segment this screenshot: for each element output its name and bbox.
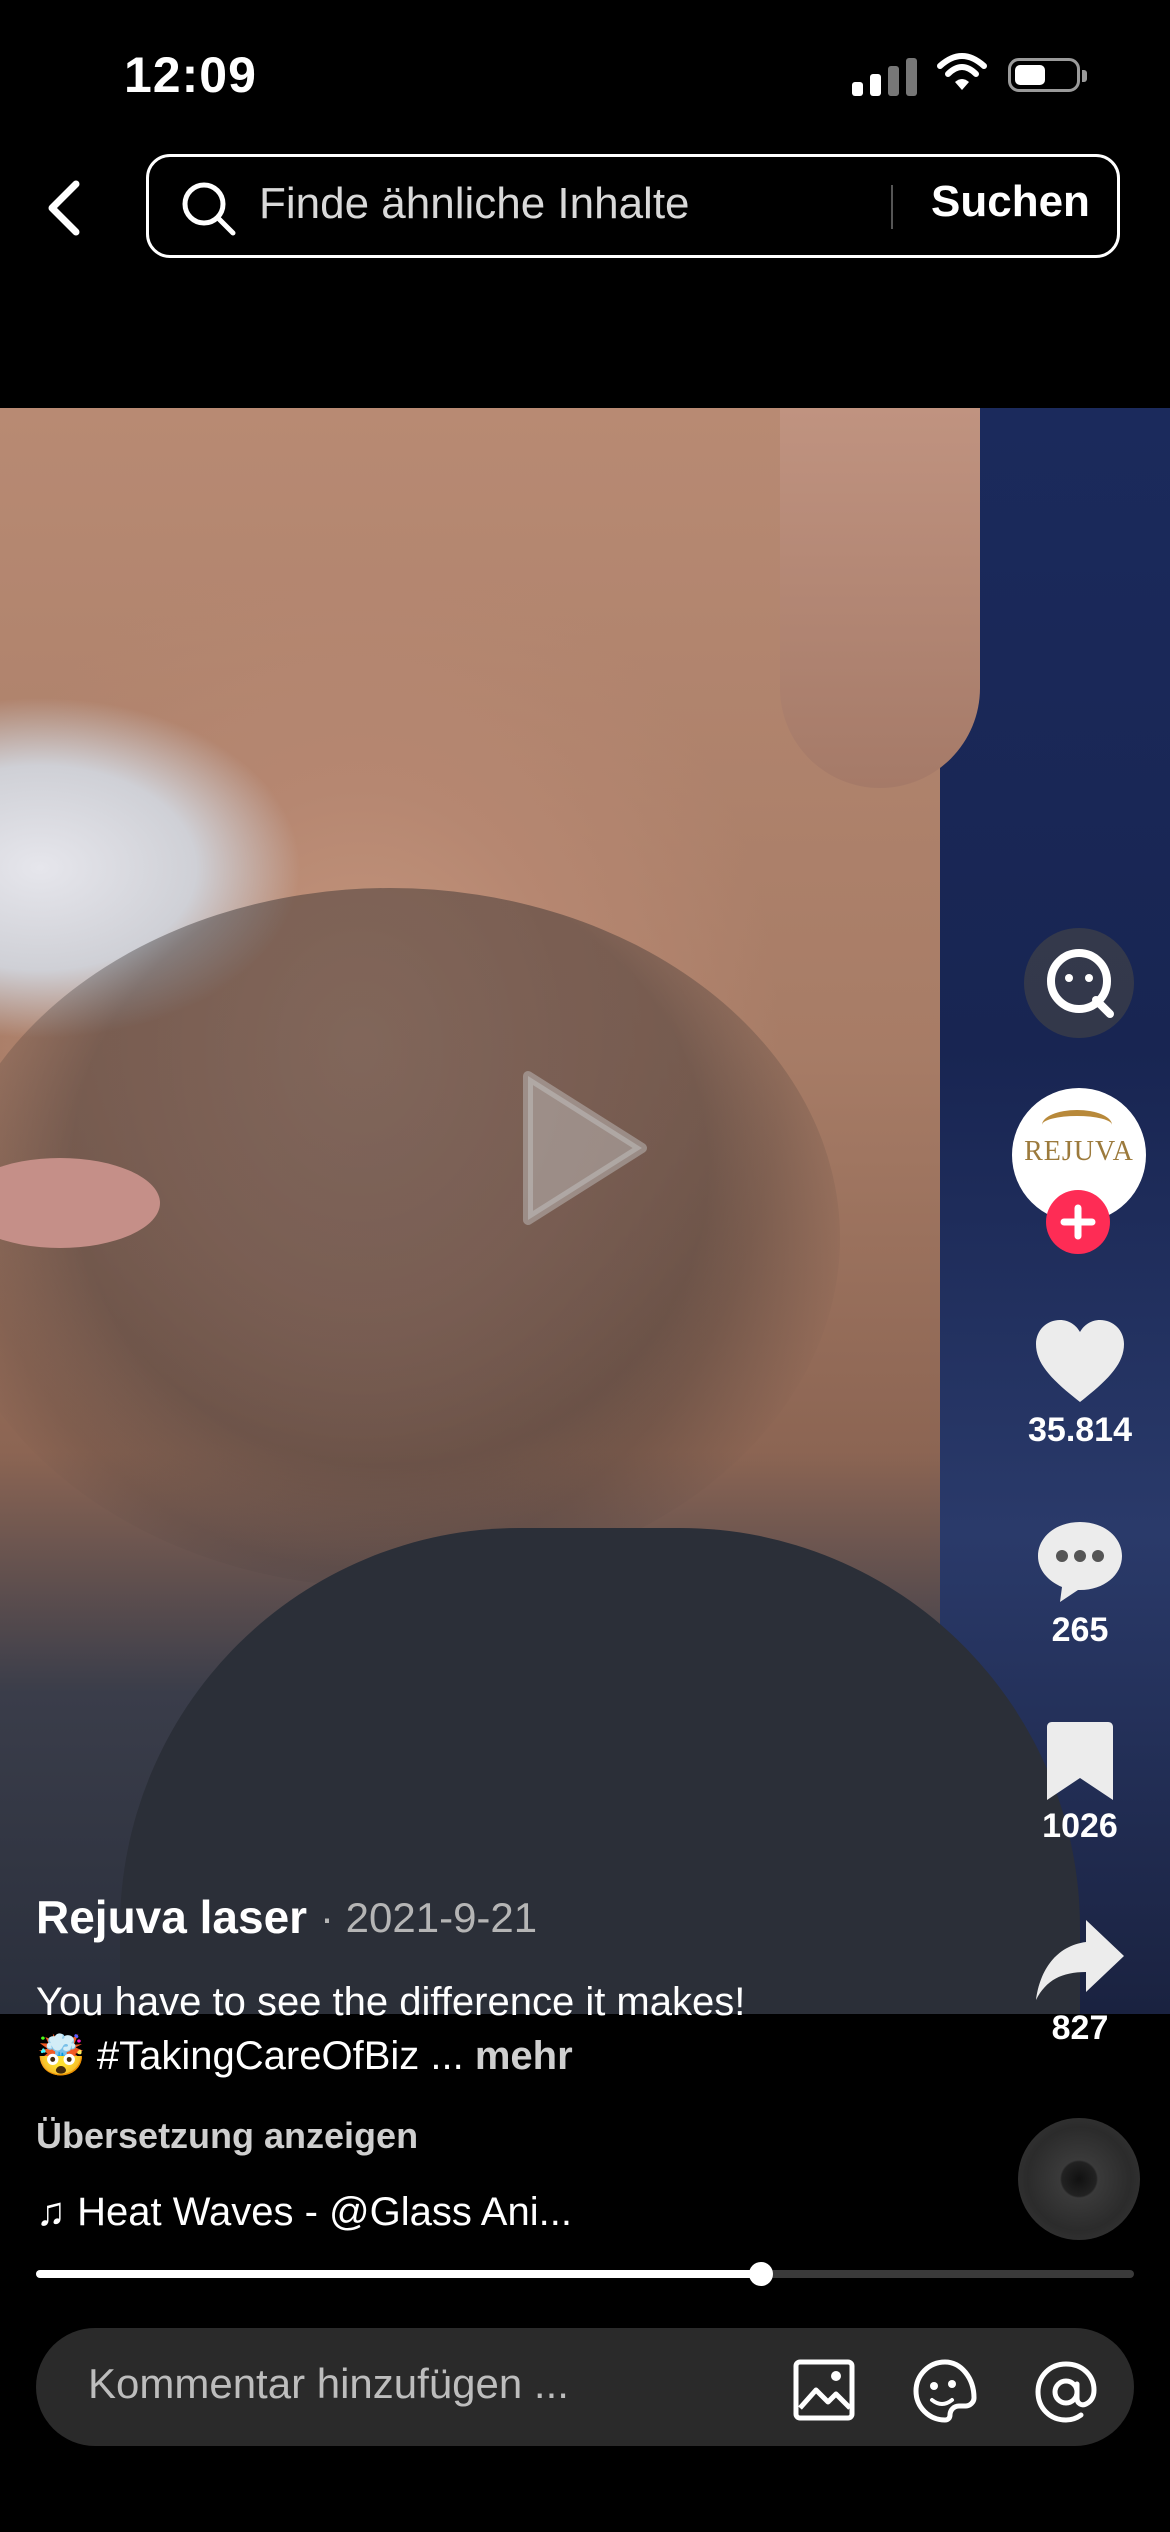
video-player[interactable] (0, 408, 1170, 2014)
comment-count: 265 (1051, 1611, 1109, 1649)
sticker-icon[interactable] (912, 2358, 978, 2429)
comment-bar[interactable] (36, 2328, 1134, 2446)
status-time: 12:09 (124, 47, 257, 103)
bookmark-count: 1026 (1042, 1807, 1118, 1845)
image-icon[interactable] (792, 2358, 856, 2427)
find-similar-icon (1047, 949, 1114, 1018)
search-bar[interactable]: Suchen (146, 154, 1120, 258)
video-beard-shape (0, 888, 840, 1588)
music-label[interactable]: ♫ Heat Waves - @Glass Ani... (36, 2190, 572, 2235)
video-progress-bar[interactable] (36, 2262, 1134, 2286)
play-icon[interactable] (520, 1068, 650, 1233)
like-button[interactable]: 35.814 (1000, 1318, 1160, 1450)
battery-icon (1008, 58, 1087, 92)
more-link[interactable]: mehr (475, 2034, 573, 2078)
author-name[interactable]: Rejuva laser (36, 1890, 307, 1944)
video-ear-shape (780, 408, 980, 788)
find-similar-button[interactable] (1024, 928, 1134, 1038)
comment-input[interactable] (88, 2360, 768, 2408)
avatar-logo-text: REJUVA (1024, 1136, 1134, 1167)
search-input[interactable] (259, 179, 1019, 229)
post-hashtags[interactable]: 🤯 #TakingCareOfBiz ... mehr (36, 2032, 573, 2079)
search-divider (891, 185, 893, 229)
follow-button[interactable] (1046, 1190, 1110, 1254)
comment-button[interactable]: 265 (1000, 1518, 1160, 1650)
comment-icon (1038, 1522, 1122, 1602)
back-button[interactable] (40, 178, 92, 243)
post-caption: You have to see the difference it makes! (36, 1980, 746, 2024)
mention-icon[interactable] (1032, 2358, 1100, 2431)
post-date: · 2021-9-21 (320, 1894, 538, 1941)
wifi-icon (936, 52, 988, 97)
like-count: 35.814 (1028, 1411, 1132, 1449)
music-disc-icon[interactable] (1018, 2118, 1140, 2240)
plus-icon (1060, 1204, 1096, 1240)
search-icon (179, 179, 239, 244)
share-icon (1036, 1920, 1124, 2000)
share-button[interactable]: 827 (1000, 1916, 1160, 2048)
progress-handle[interactable] (748, 2262, 773, 2286)
bookmark-button[interactable]: 1026 (1000, 1720, 1160, 1846)
progress-fill (36, 2270, 761, 2278)
hashtags-text[interactable]: 🤯 #TakingCareOfBiz ... (36, 2034, 464, 2078)
search-button[interactable]: Suchen (931, 177, 1090, 227)
bookmark-icon (1047, 1722, 1113, 1800)
share-count: 827 (1051, 2009, 1109, 2047)
translate-link[interactable]: Übersetzung anzeigen (36, 2115, 418, 2157)
heart-icon (1036, 1320, 1124, 1402)
cellular-signal-icon (852, 58, 917, 96)
